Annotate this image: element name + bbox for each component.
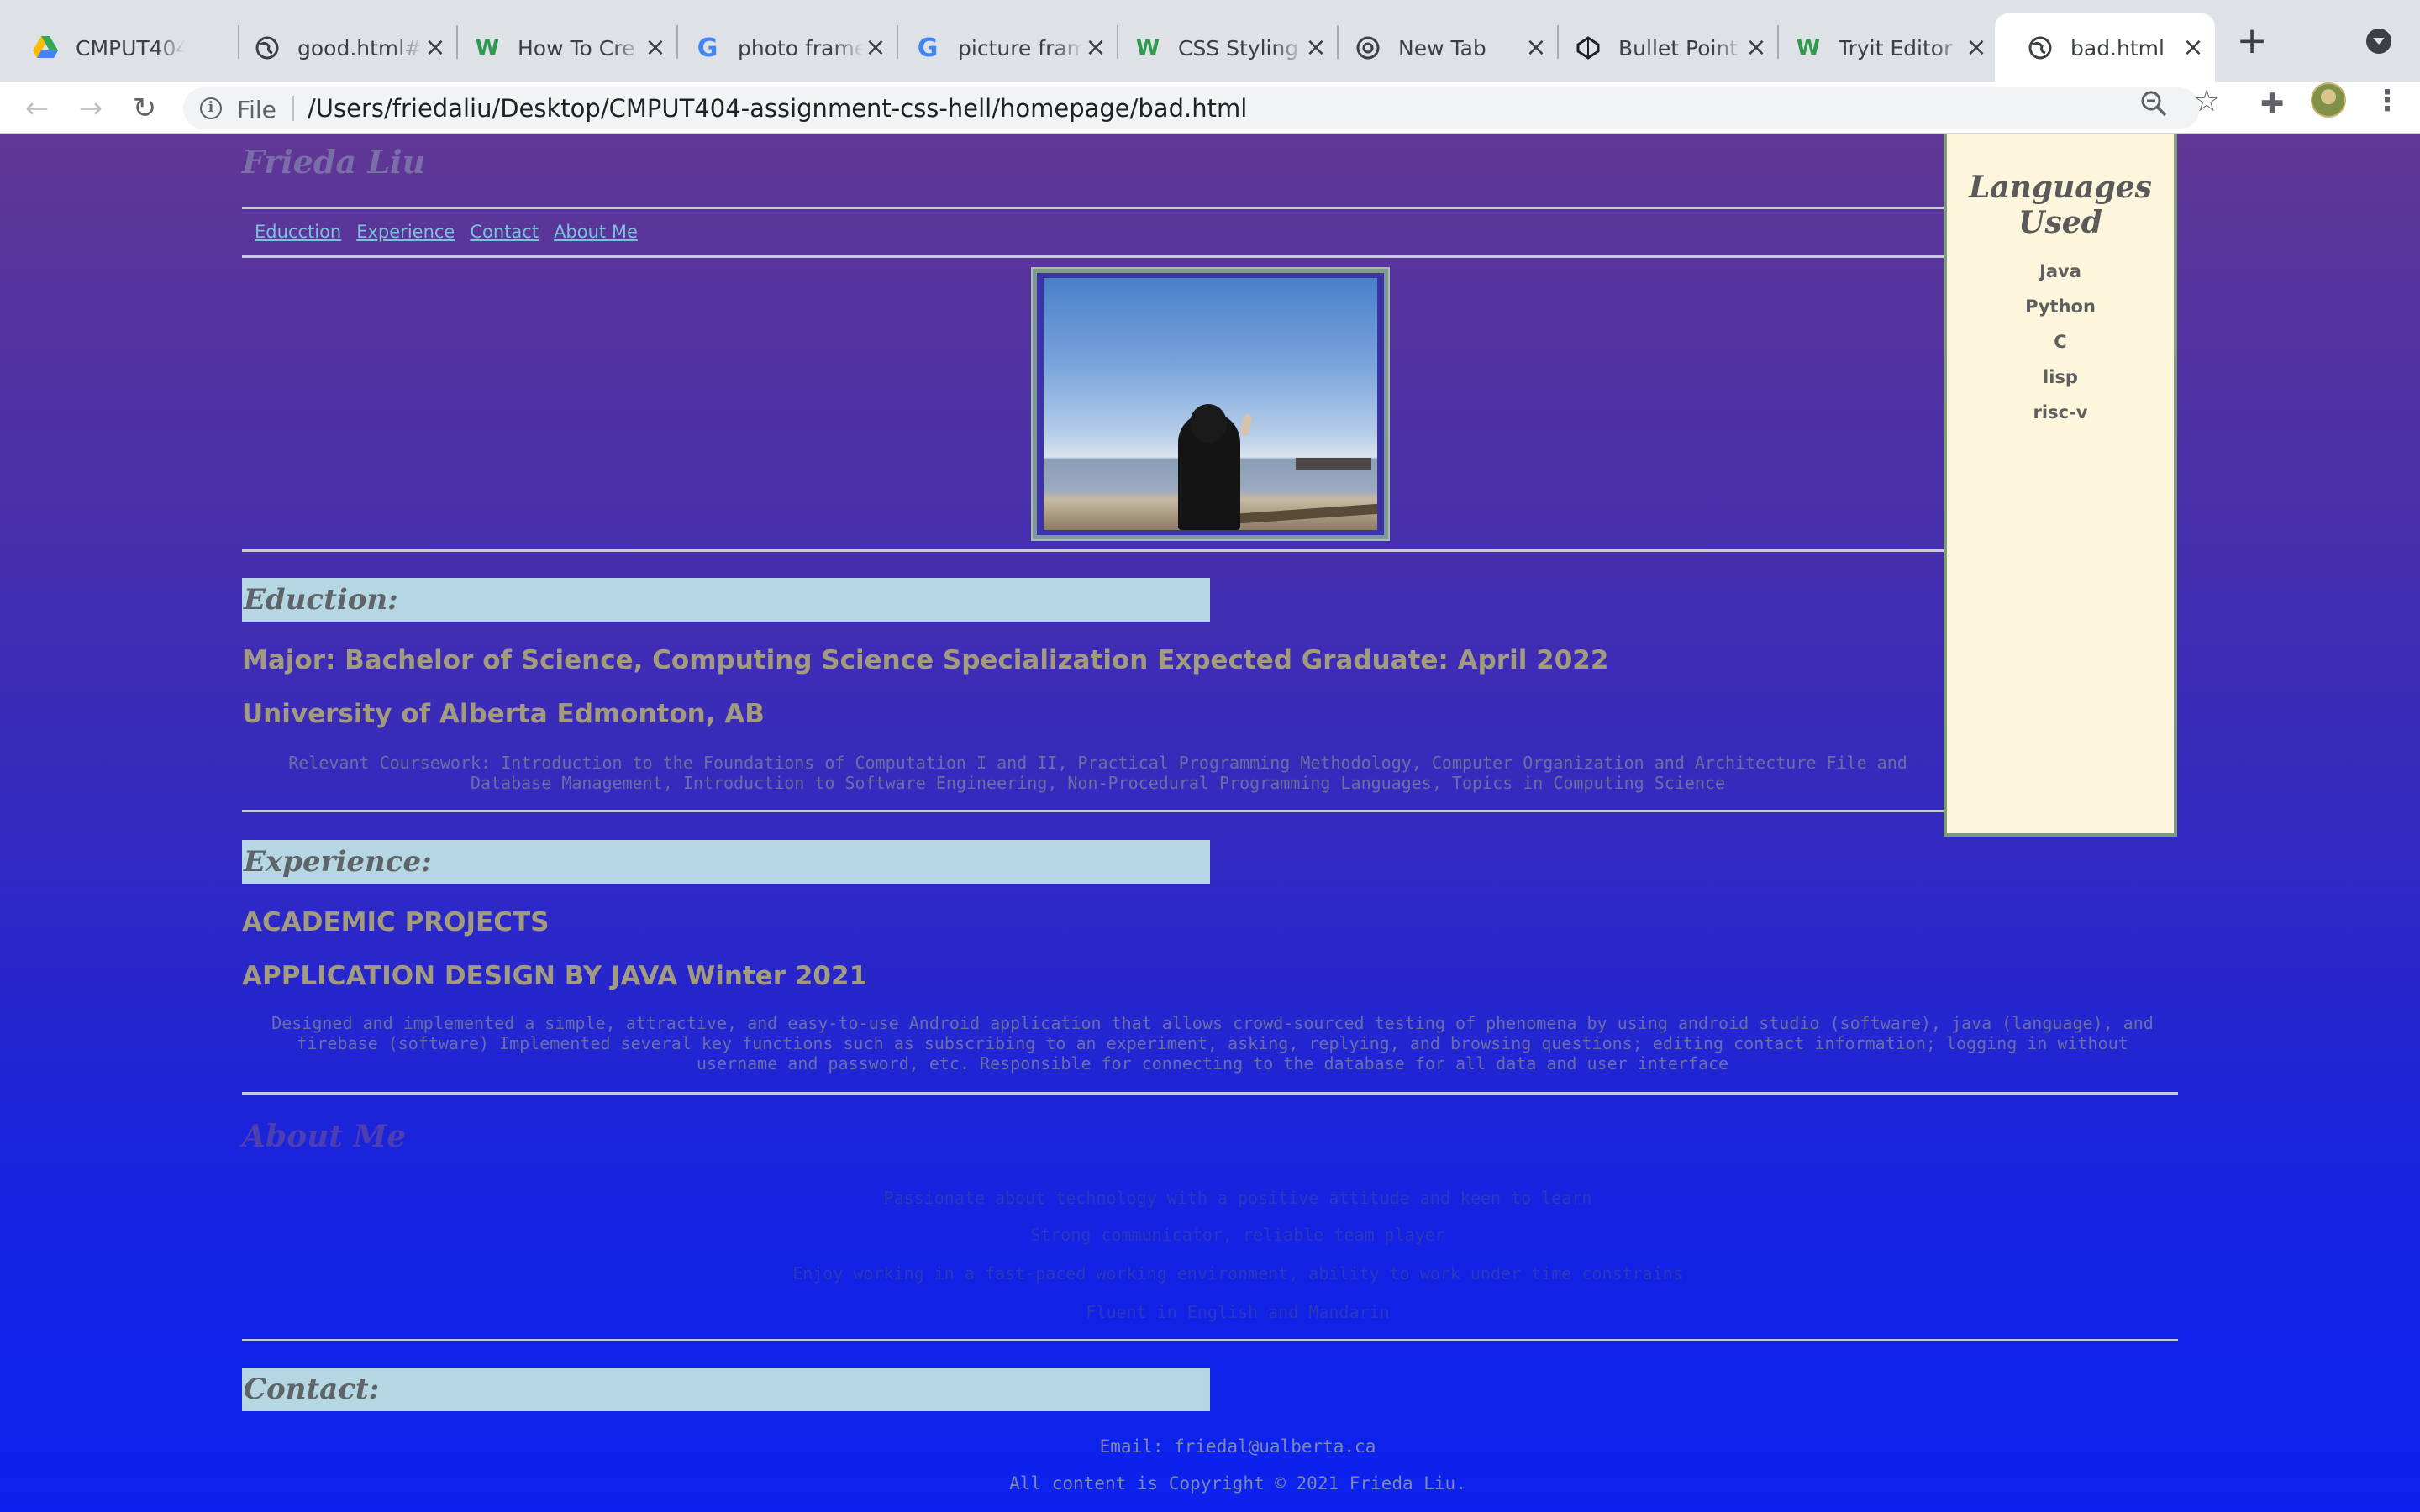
globe-icon	[2027, 34, 2054, 61]
experience-heading: Experience:	[242, 840, 1210, 884]
zoom-icon[interactable]	[2139, 89, 2168, 118]
address-url[interactable]: /Users/friedaliu/Desktop/CMPUT404-assign…	[308, 94, 1247, 123]
tab-search-icon[interactable]	[2366, 29, 2391, 54]
site-info-icon[interactable]: i	[200, 97, 222, 119]
tab-title: Bullet Point	[1618, 35, 1739, 60]
tab-title: CMPUT404	[76, 35, 185, 60]
address-bar[interactable]: i File /Users/friedaliu/Desktop/CMPUT404…	[183, 87, 2200, 129]
tab-strip: CMPUT404 good.html# × W How To Cre × G p…	[0, 0, 2420, 82]
tab-title: How To Cre	[518, 35, 635, 60]
divider	[242, 810, 1944, 812]
education-major: Major: Bachelor of Science, Computing Sc…	[242, 645, 1609, 675]
tab-title: New Tab	[1398, 35, 1486, 60]
tab-tryit-editor[interactable]: W Tryit Editor ×	[1763, 13, 1998, 82]
language-item: lisp	[2043, 367, 2078, 387]
google-icon: G	[917, 33, 939, 63]
google-icon: G	[697, 33, 718, 63]
site-nav: Educction Experience Contact About Me	[255, 222, 638, 242]
tab-title: CSS Styling	[1178, 35, 1299, 60]
experience-category: ACADEMIC PROJECTS	[242, 907, 550, 937]
tab-title: Tryit Editor	[1839, 35, 1953, 60]
bookmark-star-icon[interactable]: ☆	[2193, 84, 2220, 118]
education-heading: Eduction:	[242, 578, 1210, 622]
google-drive-icon	[32, 34, 59, 61]
profile-avatar[interactable]	[2311, 82, 2346, 118]
about-line: Enjoy working in a fast-paced working en…	[792, 1263, 1683, 1284]
tab-good-html[interactable]: good.html# ×	[222, 13, 458, 82]
tab-title: picture fram	[958, 35, 1084, 60]
address-scheme: File	[237, 96, 276, 123]
tab-picture-frame[interactable]: G picture fram ×	[882, 13, 1118, 82]
language-item: risc-v	[2033, 402, 2088, 423]
languages-sidebar: Languages Used Java Python C lisp risc-v	[1944, 134, 2177, 837]
chrome-icon	[1355, 34, 1381, 61]
extensions-puzzle-icon[interactable]: ✚	[2260, 87, 2285, 121]
divider	[242, 549, 1944, 552]
tab-bullet-point[interactable]: Bullet Point ×	[1543, 13, 1779, 82]
tab-css-styling[interactable]: W CSS Styling ×	[1102, 13, 1339, 82]
browser-toolbar: ← → ↻ i File /Users/friedaliu/Desktop/CM…	[0, 82, 2420, 134]
tab-bad-html[interactable]: bad.html ×	[1995, 13, 2215, 82]
copyright: All content is Copyright © 2021 Frieda L…	[1009, 1473, 1466, 1494]
forward-icon[interactable]: →	[72, 91, 109, 128]
contact-email: Email: friedal@ualberta.ca	[1099, 1436, 1376, 1457]
nav-link-about-me[interactable]: About Me	[554, 222, 638, 242]
divider	[242, 1092, 2178, 1095]
tab-photo-frame[interactable]: G photo frame ×	[662, 13, 898, 82]
tab-title: good.html#	[297, 35, 423, 60]
about-line: Fluent in English and Mandarin	[1086, 1302, 1390, 1322]
tab-cmput404[interactable]: CMPUT404	[0, 13, 239, 82]
close-tab-icon[interactable]: ×	[2181, 35, 2205, 60]
nav-link-contact[interactable]: Contact	[470, 222, 539, 242]
language-item: Java	[2039, 261, 2081, 281]
w3schools-icon: W	[1796, 35, 1821, 60]
reload-icon[interactable]: ↻	[126, 91, 163, 128]
experience-description: Designed and implemented a simple, attra…	[271, 1013, 2154, 1074]
w3schools-icon: W	[1135, 35, 1160, 60]
address-divider	[292, 96, 294, 121]
about-heading: About Me	[242, 1119, 407, 1154]
tab-how-to-create[interactable]: W How To Cre ×	[442, 13, 678, 82]
nav-link-experience[interactable]: Experience	[356, 222, 455, 242]
profile-photo-frame	[1031, 267, 1390, 541]
language-item: Python	[2025, 297, 2096, 317]
nav-link-education[interactable]: Educction	[255, 222, 341, 242]
experience-project: APPLICATION DESIGN BY JAVA Winter 2021	[242, 961, 868, 991]
language-item: C	[2054, 332, 2067, 352]
tab-new-tab[interactable]: New Tab ×	[1323, 13, 1559, 82]
tab-title: photo frame	[738, 35, 864, 60]
tab-title: bad.html	[2070, 35, 2165, 60]
back-icon[interactable]: ←	[18, 91, 55, 128]
codepen-icon	[1575, 34, 1602, 61]
new-tab-button[interactable]: +	[2233, 20, 2270, 64]
close-tab-icon[interactable]: ×	[1965, 35, 1988, 60]
page-viewport: Frieda Liu Educction Experience Contact …	[0, 134, 2420, 1512]
about-line: Strong communicator, reliable team playe…	[1030, 1225, 1445, 1245]
browser-menu-icon[interactable]: ⋮	[2373, 84, 2402, 118]
divider	[242, 1339, 2178, 1341]
languages-list: Java Python C lisp risc-v	[1947, 254, 2174, 430]
w3schools-icon: W	[475, 35, 500, 60]
sidebar-title: Languages Used	[1969, 170, 2152, 240]
globe-icon	[254, 34, 281, 61]
education-school: University of Alberta Edmonton, AB	[242, 699, 765, 729]
divider	[242, 207, 1944, 209]
profile-photo	[1044, 278, 1377, 530]
divider	[242, 255, 1944, 258]
about-line: Passionate about technology with a posit…	[883, 1188, 1592, 1208]
contact-heading: Contact:	[242, 1368, 1210, 1411]
site-name: Frieda Liu	[242, 143, 426, 181]
education-coursework: Relevant Coursework: Introduction to the…	[288, 753, 1907, 793]
